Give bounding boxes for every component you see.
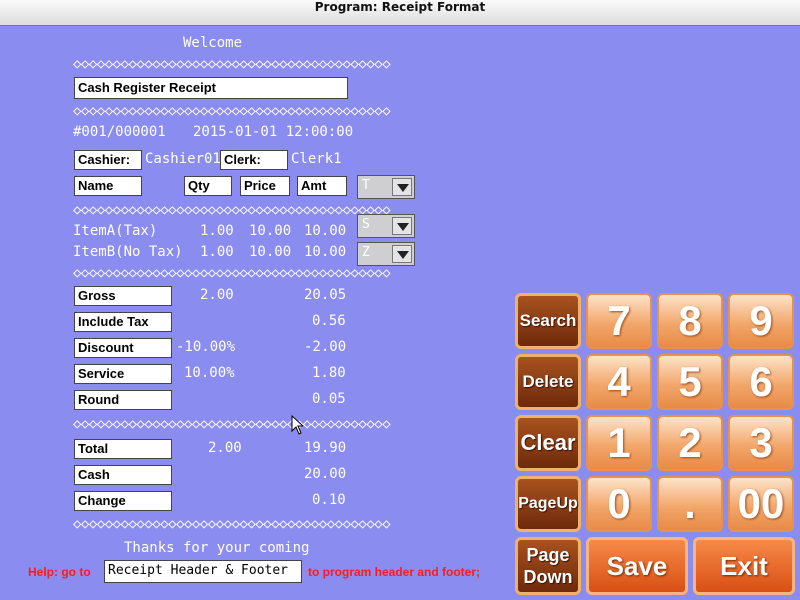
- receipt-number: #001/000001: [73, 124, 166, 140]
- change-label-field[interactable]: Change: [74, 491, 172, 511]
- key-decimal-button[interactable]: .: [657, 476, 723, 532]
- separator-line: ◇◇◇◇◇◇◇◇◇◇◇◇◇◇◇◇◇◇◇◇◇◇◇◇◇◇◇◇◇◇◇◇◇◇◇◇◇◇◇◇: [73, 416, 391, 432]
- select-value: S: [362, 217, 370, 232]
- key-3-button[interactable]: 3: [728, 415, 794, 471]
- receipt-datetime: 2015-01-01 12:00:00: [193, 124, 354, 140]
- item-name: ItemA(Tax): [73, 223, 158, 239]
- item-amt: 10.00: [304, 244, 347, 260]
- gross-label-field[interactable]: Gross: [74, 286, 172, 306]
- page-up-button[interactable]: PageUp: [515, 476, 581, 532]
- item-name: ItemB(No Tax): [73, 244, 183, 260]
- help-suffix: to program header and footer;: [308, 565, 481, 579]
- separator-line: ◇◇◇◇◇◇◇◇◇◇◇◇◇◇◇◇◇◇◇◇◇◇◇◇◇◇◇◇◇◇◇◇◇◇◇◇◇◇◇◇: [73, 56, 391, 72]
- separator-line: ◇◇◇◇◇◇◇◇◇◇◇◇◇◇◇◇◇◇◇◇◇◇◇◇◇◇◇◇◇◇◇◇◇◇◇◇◇◇◇◇: [73, 103, 391, 119]
- window-title: Program: Receipt Format: [0, 0, 800, 26]
- welcome-text: Welcome: [183, 35, 243, 51]
- footer-text: Thanks for your coming: [124, 540, 310, 556]
- clerk-value: Clerk1: [291, 151, 342, 167]
- cash-value: 20.00: [304, 466, 347, 482]
- exit-button[interactable]: Exit: [693, 537, 795, 595]
- discount-label-field[interactable]: Discount: [74, 338, 172, 358]
- item-price: 10.00: [249, 244, 292, 260]
- chevron-down-icon[interactable]: [392, 217, 412, 235]
- key-6-button[interactable]: 6: [728, 354, 794, 410]
- receipt-title-field[interactable]: Cash Register Receipt: [74, 77, 348, 99]
- help-prefix: Help: go to: [28, 565, 91, 579]
- mouse-cursor-icon: [291, 415, 303, 435]
- item-style-select[interactable]: S: [357, 214, 415, 238]
- gross-count: 2.00: [200, 287, 234, 303]
- select-value: T: [362, 178, 370, 193]
- search-button[interactable]: Search: [515, 293, 581, 349]
- column-price-field[interactable]: Price: [240, 176, 290, 196]
- save-button[interactable]: Save: [586, 537, 688, 595]
- column-qty-field[interactable]: Qty: [184, 176, 232, 196]
- print-style-select[interactable]: T: [357, 175, 415, 199]
- total-label-field[interactable]: Total: [74, 439, 172, 459]
- key-0-button[interactable]: 0: [586, 476, 652, 532]
- service-label-field[interactable]: Service: [74, 364, 172, 384]
- column-name-field[interactable]: Name: [74, 176, 142, 196]
- service-percent: 10.00%: [184, 365, 235, 381]
- round-label-field[interactable]: Round: [74, 390, 172, 410]
- cashier-value: Cashier01: [145, 151, 221, 167]
- item-style-select[interactable]: Z: [357, 242, 415, 266]
- total-count: 2.00: [208, 440, 242, 456]
- item-amt: 10.00: [304, 223, 347, 239]
- clear-button[interactable]: Clear: [515, 415, 581, 471]
- clerk-label-field[interactable]: Clerk:: [220, 150, 288, 170]
- key-7-button[interactable]: 7: [586, 293, 652, 349]
- key-00-button[interactable]: 00: [728, 476, 794, 532]
- include-tax-value: 0.56: [312, 313, 346, 329]
- chevron-down-icon[interactable]: [392, 178, 412, 196]
- round-value: 0.05: [312, 391, 346, 407]
- separator-line: ◇◇◇◇◇◇◇◇◇◇◇◇◇◇◇◇◇◇◇◇◇◇◇◇◇◇◇◇◇◇◇◇◇◇◇◇◇◇◇◇: [73, 516, 391, 532]
- item-qty: 1.00: [200, 223, 234, 239]
- key-8-button[interactable]: 8: [657, 293, 723, 349]
- include-tax-label-field[interactable]: Include Tax: [74, 312, 172, 332]
- column-amt-field[interactable]: Amt: [297, 176, 347, 196]
- page-down-button[interactable]: Page Down: [515, 537, 581, 595]
- item-price: 10.00: [249, 223, 292, 239]
- total-value: 19.90: [304, 440, 347, 456]
- discount-percent: -10.00%: [176, 339, 236, 355]
- separator-line: ◇◇◇◇◇◇◇◇◇◇◇◇◇◇◇◇◇◇◇◇◇◇◇◇◇◇◇◇◇◇◇◇◇◇◇◇◇◇◇◇: [73, 202, 391, 218]
- key-9-button[interactable]: 9: [728, 293, 794, 349]
- help-link-input[interactable]: Receipt Header & Footer: [104, 560, 302, 583]
- delete-button[interactable]: Delete: [515, 354, 581, 410]
- key-5-button[interactable]: 5: [657, 354, 723, 410]
- discount-value: -2.00: [304, 339, 347, 355]
- cashier-label-field[interactable]: Cashier:: [74, 150, 142, 170]
- key-1-button[interactable]: 1: [586, 415, 652, 471]
- cash-label-field[interactable]: Cash: [74, 465, 172, 485]
- key-4-button[interactable]: 4: [586, 354, 652, 410]
- separator-line: ◇◇◇◇◇◇◇◇◇◇◇◇◇◇◇◇◇◇◇◇◇◇◇◇◇◇◇◇◇◇◇◇◇◇◇◇◇◇◇◇: [73, 265, 391, 281]
- change-value: 0.10: [312, 492, 346, 508]
- chevron-down-icon[interactable]: [392, 245, 412, 263]
- select-value: Z: [362, 245, 370, 260]
- key-2-button[interactable]: 2: [657, 415, 723, 471]
- service-value: 1.80: [312, 365, 346, 381]
- item-qty: 1.00: [200, 244, 234, 260]
- gross-value: 20.05: [304, 287, 347, 303]
